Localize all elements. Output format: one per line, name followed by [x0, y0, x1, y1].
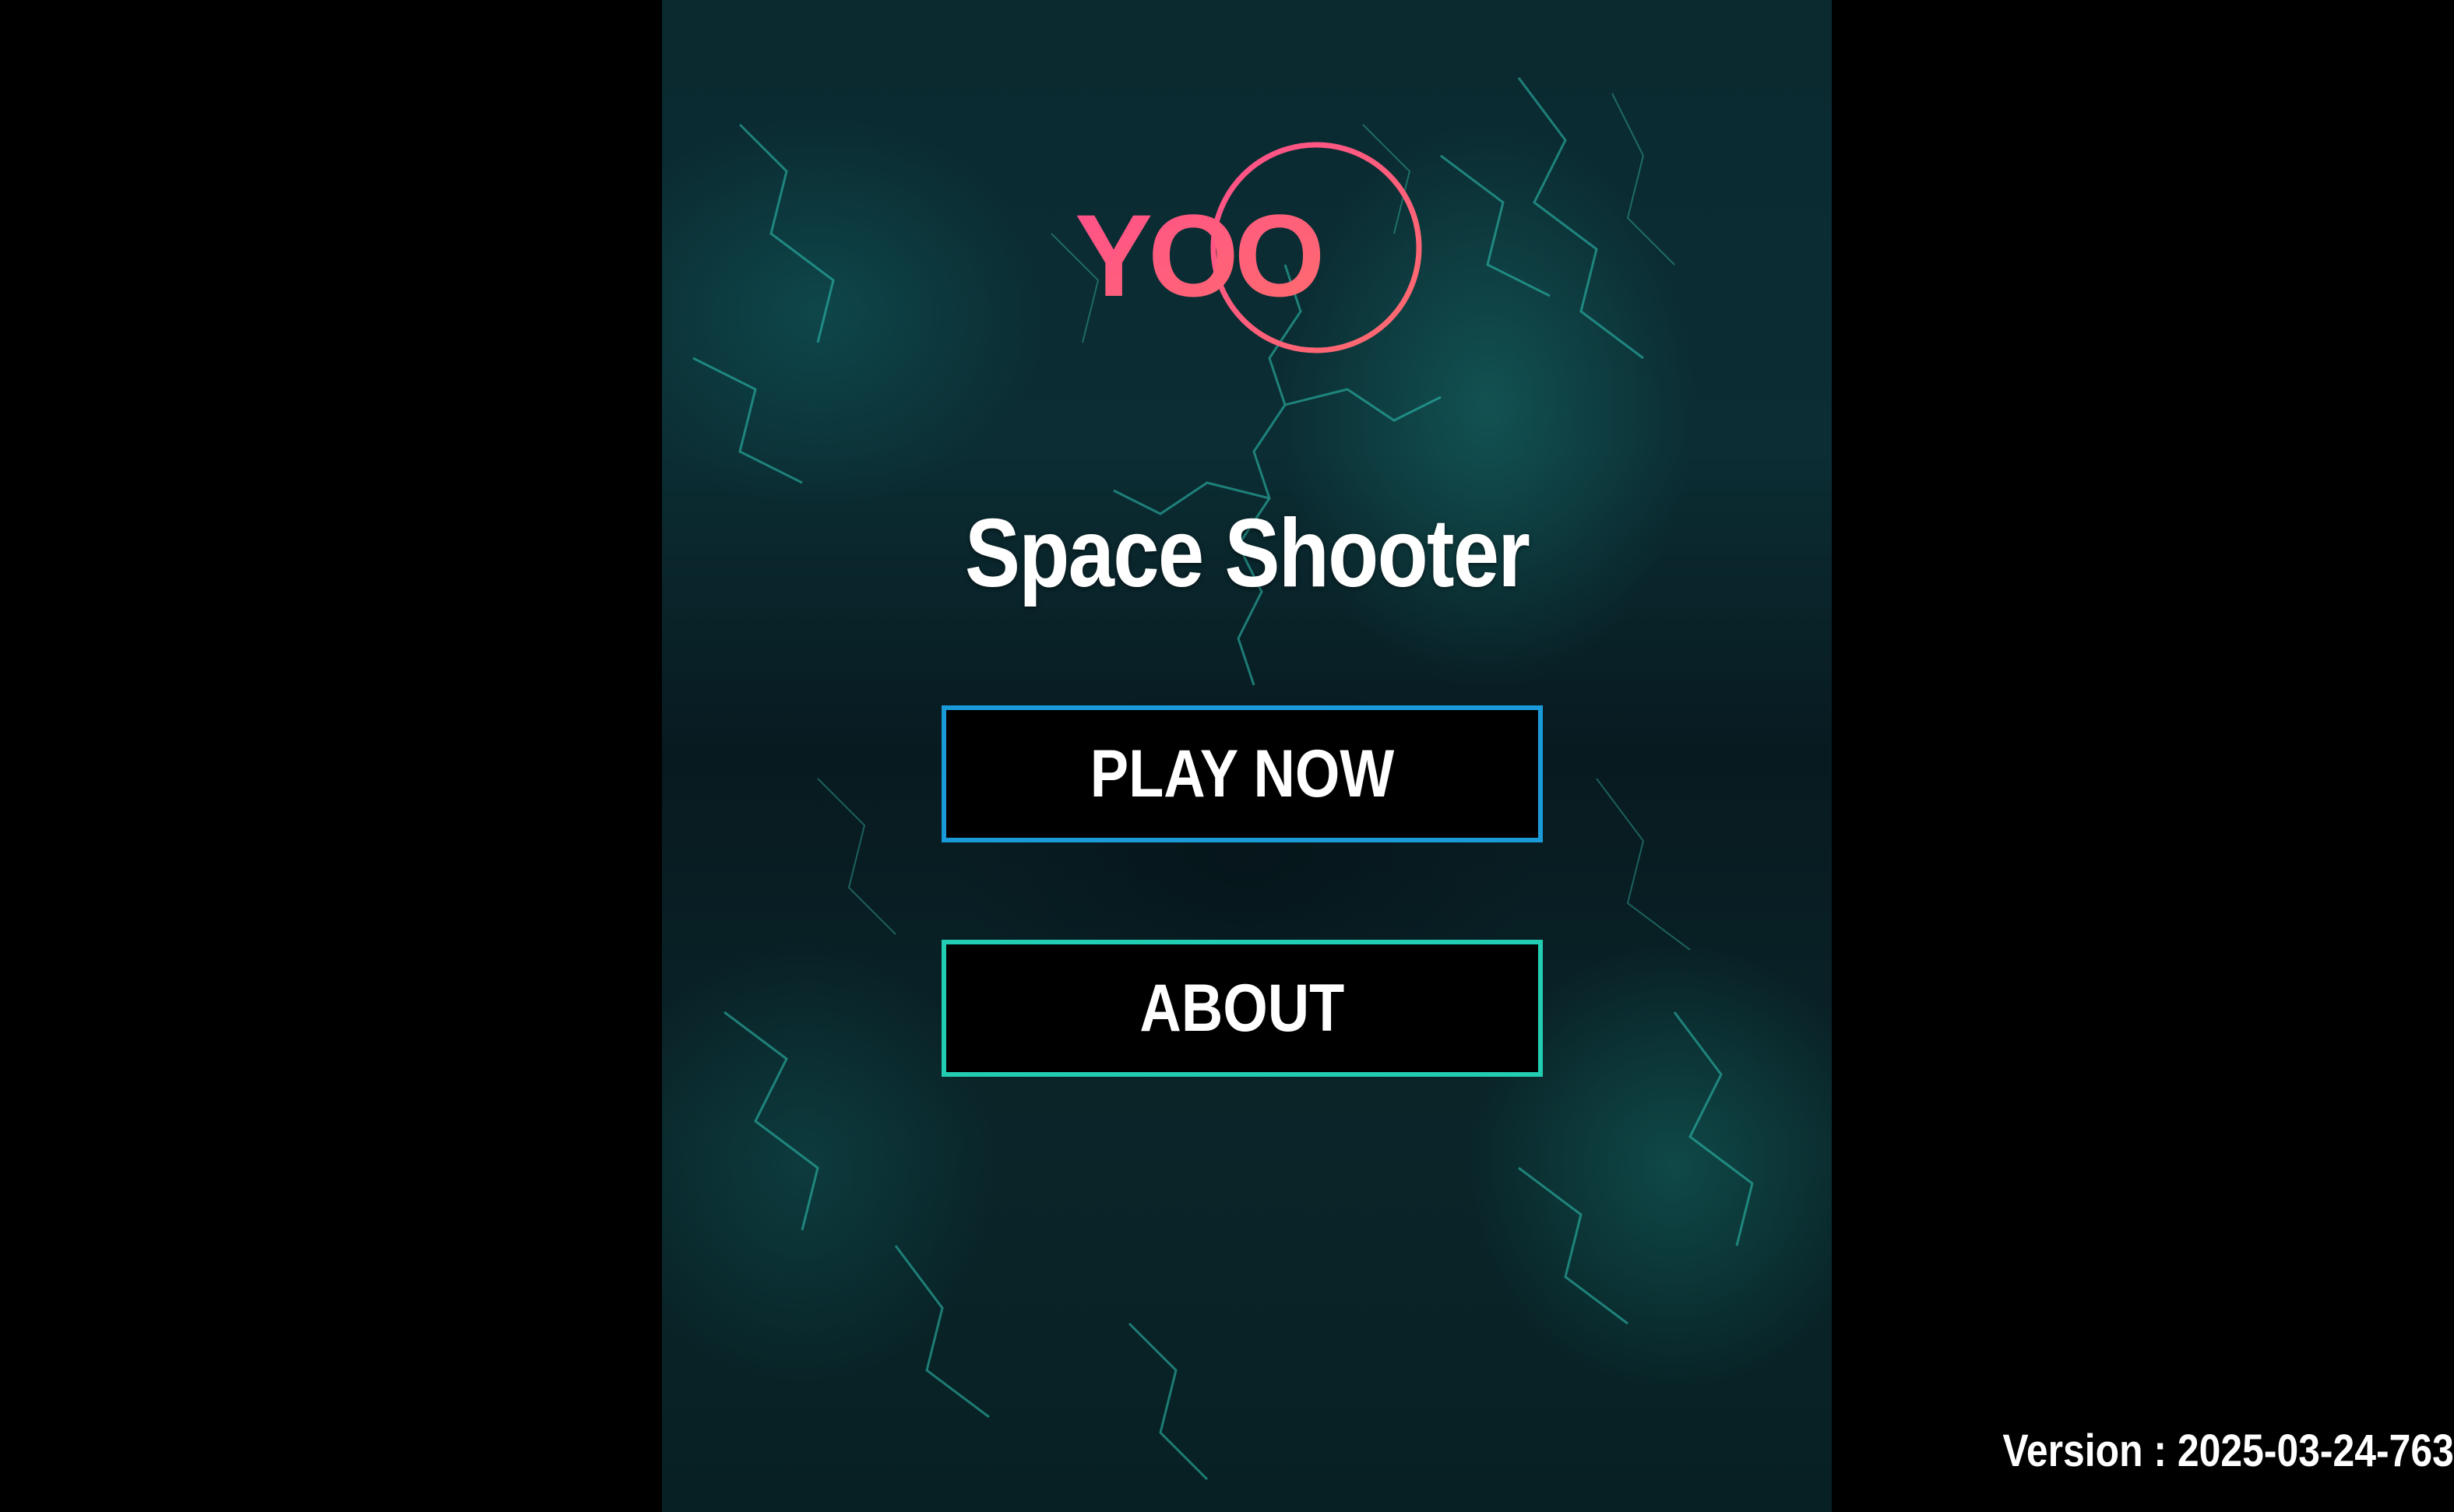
- play-now-button[interactable]: PLAY NOW: [942, 705, 1543, 842]
- logo-text: YOO: [1075, 190, 1321, 321]
- about-label: ABOUT: [1139, 970, 1345, 1046]
- about-button[interactable]: ABOUT: [942, 940, 1543, 1077]
- yoo-logo: YOO: [1075, 142, 1422, 353]
- play-now-label: PLAY NOW: [1090, 736, 1395, 811]
- game-title: Space Shooter: [964, 500, 1530, 607]
- game-screen: YOO Space Shooter PLAY NOW ABOUT Version…: [0, 0, 2454, 1512]
- game-canvas: YOO Space Shooter PLAY NOW ABOUT: [662, 0, 1832, 1512]
- version-label: Version : 2025-03-24-763: [2002, 1426, 2454, 1476]
